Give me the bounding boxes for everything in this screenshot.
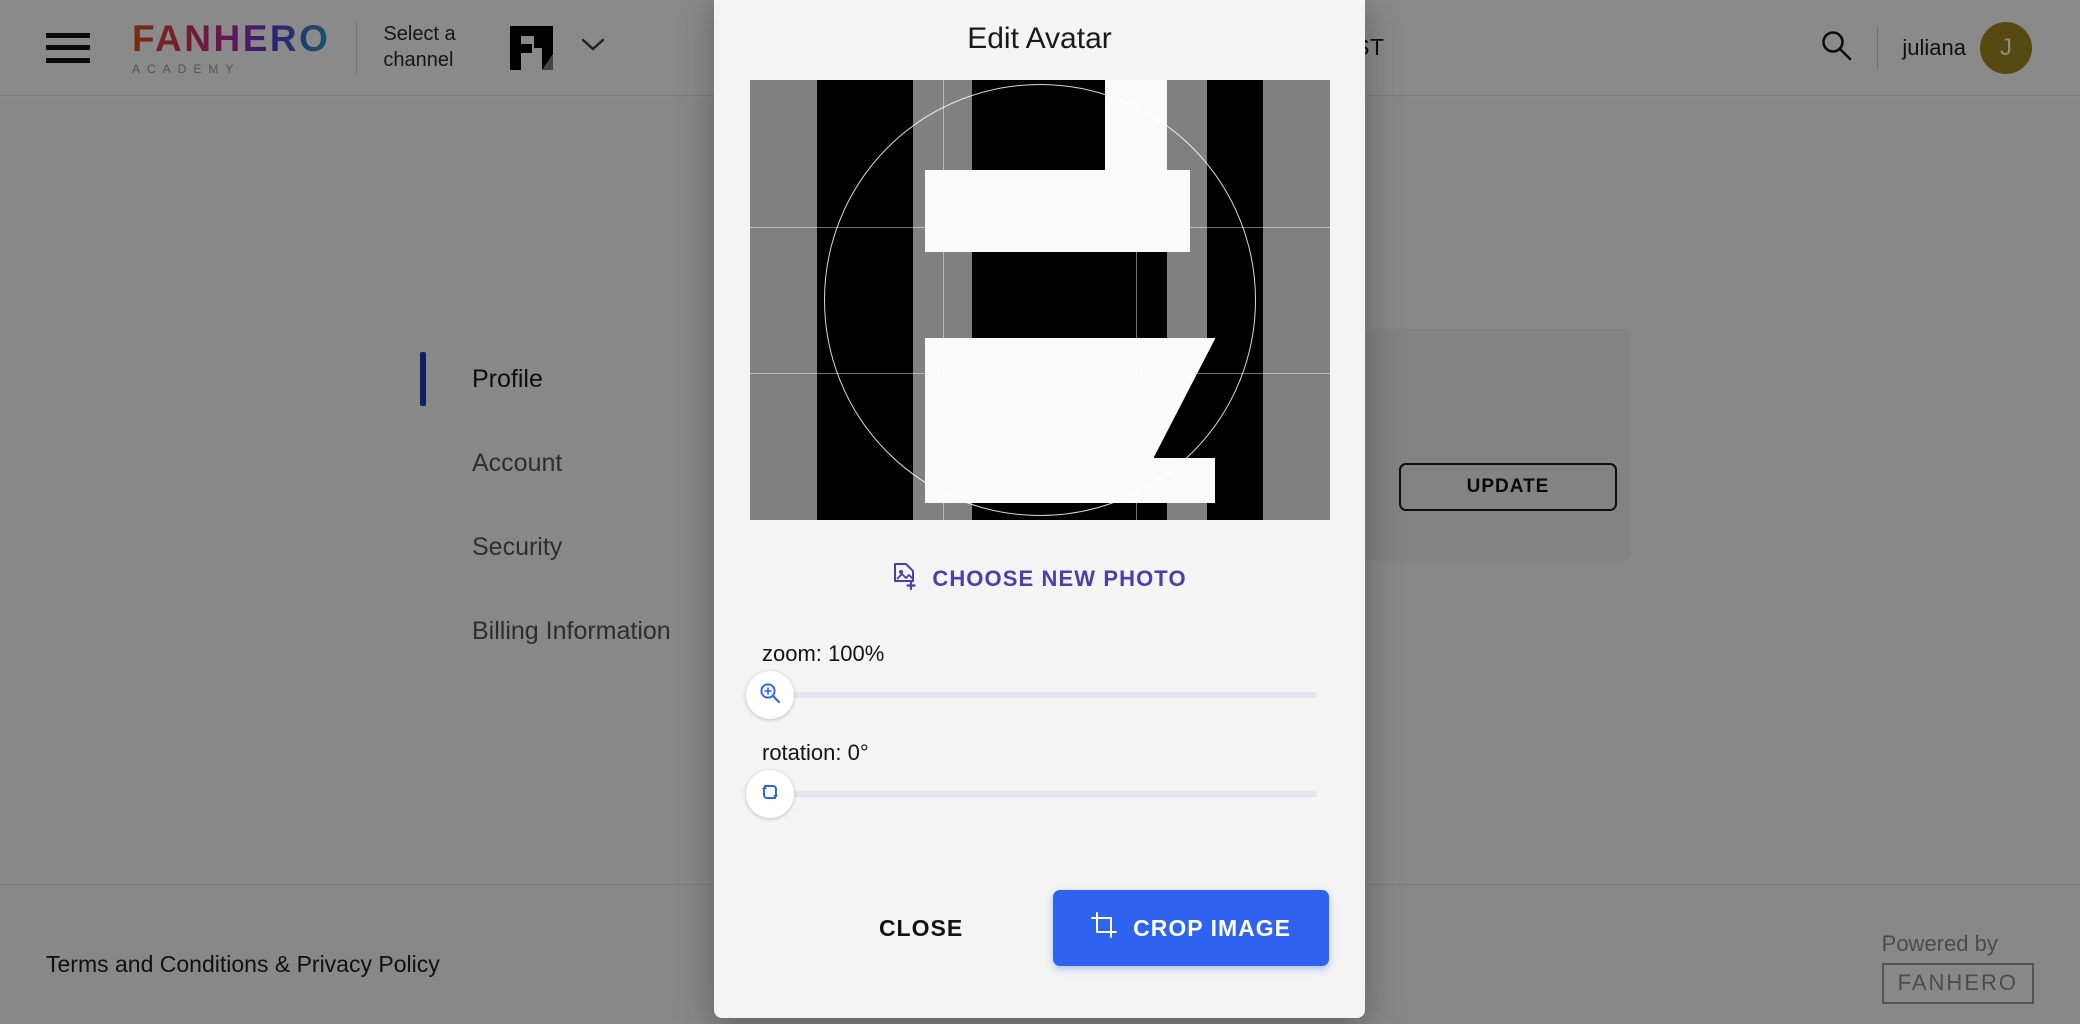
- crop-image-button[interactable]: CROP IMAGE: [1053, 890, 1329, 966]
- choose-new-photo-label: CHOOSE NEW PHOTO: [932, 565, 1187, 591]
- rotation-slider[interactable]: [746, 770, 1317, 818]
- modal-action-bar: CLOSE CROP IMAGE: [714, 890, 1365, 1018]
- add-photo-icon: [892, 562, 918, 595]
- choose-new-photo-button[interactable]: CHOOSE NEW PHOTO: [714, 562, 1365, 595]
- zoom-label: zoom: 100%: [762, 641, 885, 666]
- crop-gridline-vertical: [1136, 80, 1138, 520]
- crop-icon: [1091, 912, 1118, 944]
- crop-gridline-horizontal: [749, 373, 1330, 375]
- edit-avatar-modal: Edit Avatar CHOOSE NEW PHOTO zoom: 100% …: [714, 0, 1365, 1018]
- rotation-control: rotation: 0°: [714, 740, 1365, 818]
- avatar-crop-preview[interactable]: [749, 80, 1330, 520]
- rotation-label: rotation: 0°: [762, 740, 869, 765]
- crop-gridline-vertical: [942, 80, 944, 520]
- fh-logo-lower-bar: [924, 338, 1215, 503]
- crop-source-image: [749, 80, 1330, 520]
- rotation-slider-thumb[interactable]: [746, 770, 794, 818]
- fh-logo-upper-bar: [924, 170, 1190, 252]
- letterbox-bar-left: [749, 80, 817, 520]
- letterbox-bar-right: [1262, 80, 1330, 520]
- zoom-control: zoom: 100%: [714, 641, 1365, 719]
- crop-image-label: CROP IMAGE: [1133, 914, 1291, 941]
- rotate-icon: [758, 780, 782, 809]
- close-button[interactable]: CLOSE: [849, 901, 993, 956]
- zoom-slider[interactable]: [746, 671, 1317, 719]
- zoom-slider-thumb[interactable]: [746, 671, 794, 719]
- zoom-in-icon: [758, 681, 782, 710]
- crop-gridline-horizontal: [749, 226, 1330, 228]
- modal-title: Edit Avatar: [967, 22, 1112, 55]
